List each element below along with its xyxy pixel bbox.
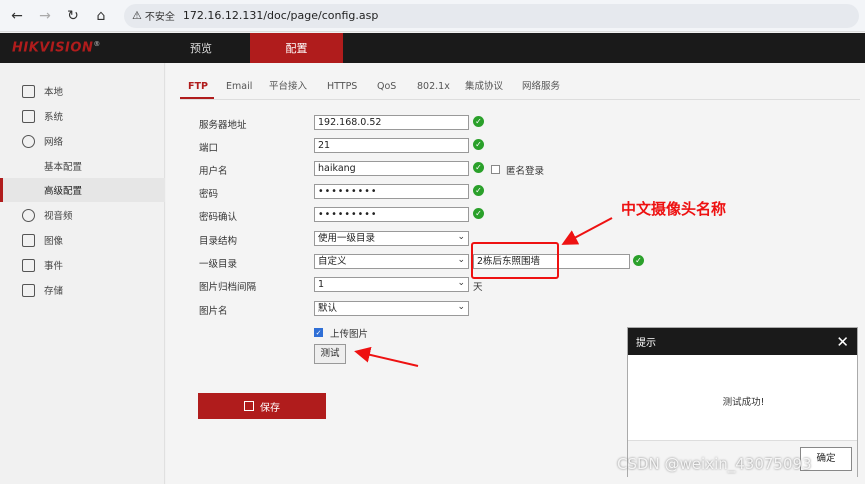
annotation-arrow-to-test [354,346,419,367]
dialog-message: 测试成功! [722,397,765,408]
close-icon[interactable]: ✕ [836,333,849,351]
annotation-arrow-to-field [561,217,613,245]
dialog-header: 提示 ✕ [628,328,857,355]
watermark: CSDN @weixin_43075093 [617,455,812,473]
dialog-title: 提示 [636,338,656,349]
